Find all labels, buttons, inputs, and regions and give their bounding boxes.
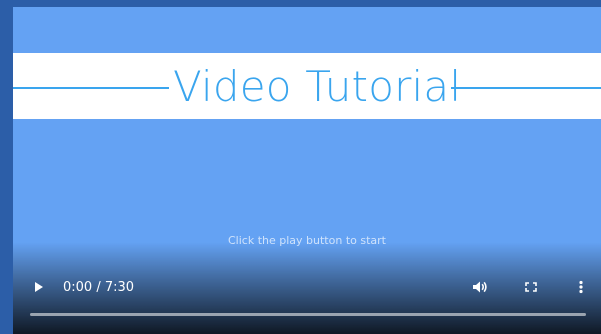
volume-icon bbox=[473, 281, 487, 293]
video-title: Video Tutorial bbox=[173, 62, 462, 111]
fullscreen-button[interactable] bbox=[521, 278, 541, 296]
play-hint: Click the play button to start bbox=[228, 234, 386, 247]
volume-button[interactable] bbox=[470, 278, 490, 296]
title-rule-right bbox=[451, 87, 601, 89]
more-options-button[interactable] bbox=[571, 278, 591, 296]
title-rule-left bbox=[13, 87, 169, 89]
title-band: Video Tutorial bbox=[13, 53, 601, 119]
video-player[interactable]: Video Tutorial Click the play button to … bbox=[13, 7, 601, 334]
more-options-icon bbox=[579, 280, 583, 294]
play-button[interactable] bbox=[31, 278, 47, 296]
play-icon bbox=[35, 282, 43, 292]
time-display: 0:00 / 7:30 bbox=[63, 280, 135, 295]
page-frame: Video Tutorial Click the play button to … bbox=[0, 0, 601, 334]
fullscreen-icon bbox=[525, 282, 537, 292]
progress-bar[interactable] bbox=[30, 313, 586, 316]
